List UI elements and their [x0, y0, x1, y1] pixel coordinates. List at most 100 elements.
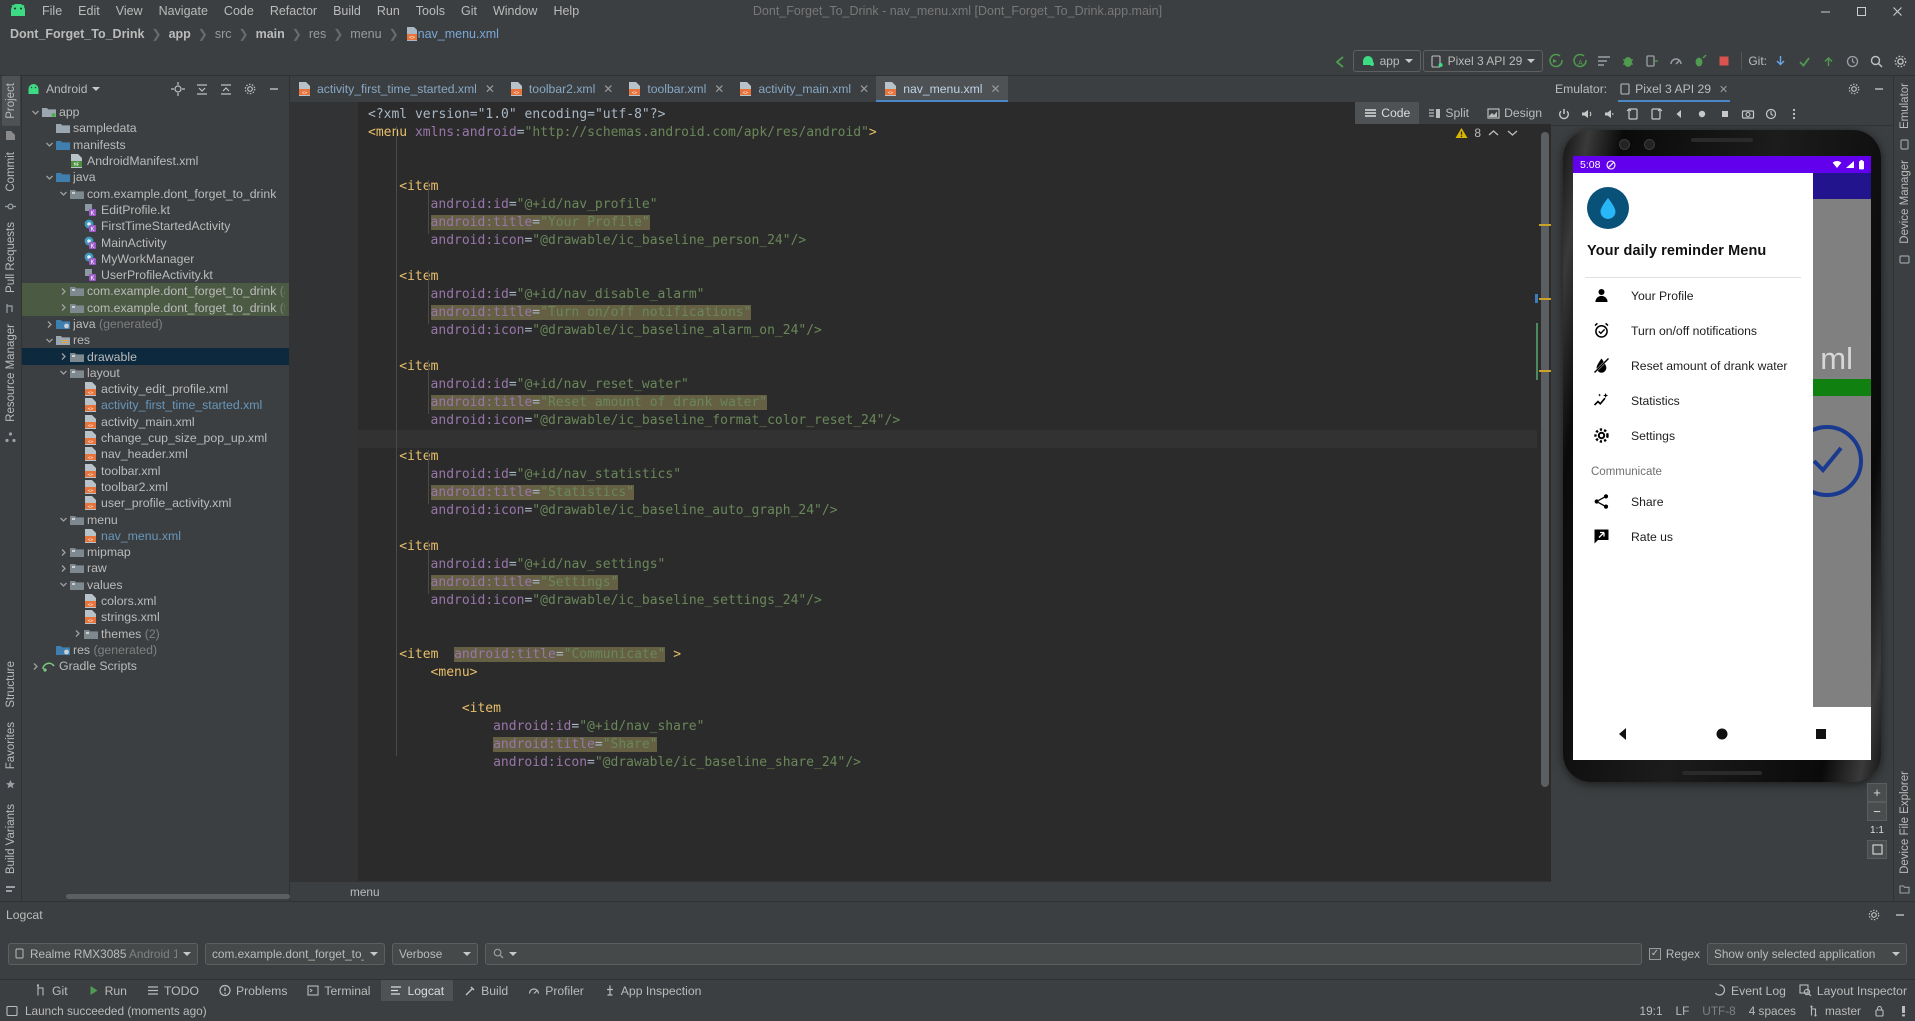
- stop-button[interactable]: [1713, 50, 1735, 72]
- logcat-device-selector[interactable]: Realme RMX3085 Android 12, AE: [8, 942, 198, 965]
- collapse-all-icon[interactable]: [191, 78, 213, 100]
- project-settings-icon[interactable]: [239, 78, 261, 100]
- project-tree[interactable]: app sampledata manifests MF AndroidManifest.…: [22, 102, 289, 892]
- breadcrumb-project[interactable]: Dont_Forget_To_Drink: [10, 27, 145, 41]
- tree-twisty-right-icon[interactable]: [58, 548, 69, 557]
- prev-problem-icon[interactable]: [1487, 128, 1500, 138]
- tree-item[interactable]: raw: [22, 560, 289, 576]
- tree-item[interactable]: MF AndroidManifest.xml: [22, 153, 289, 169]
- device-screen[interactable]: 5:08 ml Your daily reminder Menu Your Pr…: [1573, 156, 1871, 760]
- zoom-out-button[interactable]: −: [1867, 802, 1887, 821]
- rail-tab-pull-requests[interactable]: Pull Requests: [2, 215, 20, 300]
- scroll-from-source-icon[interactable]: [167, 78, 189, 100]
- zoom-fit-button[interactable]: [1867, 840, 1887, 859]
- tree-item[interactable]: K UserProfileActivity.kt: [22, 267, 289, 283]
- home-nav-icon[interactable]: [1691, 104, 1713, 124]
- editor-tab[interactable]: <> activity_first_time_started.xml ✕: [290, 76, 502, 102]
- git-branch-widget[interactable]: master: [1809, 1004, 1861, 1018]
- zoom-in-button[interactable]: +: [1867, 783, 1887, 802]
- marker-warning[interactable]: [1539, 370, 1551, 372]
- tool-window-button[interactable]: Problems: [210, 980, 296, 1002]
- menu-view[interactable]: View: [108, 2, 151, 20]
- extended-controls-icon[interactable]: [1783, 104, 1805, 124]
- layout-inspector-button[interactable]: Layout Inspector: [1799, 984, 1907, 998]
- rail-tab-device-file-explorer[interactable]: Device File Explorer: [1896, 764, 1914, 881]
- tool-window-button[interactable]: TODO: [138, 980, 208, 1002]
- tree-twisty-down-icon[interactable]: [44, 336, 55, 345]
- notifications-icon[interactable]: [1898, 1005, 1909, 1017]
- tool-window-button[interactable]: App Inspection: [595, 980, 711, 1002]
- tool-window-button[interactable]: Logcat: [381, 979, 454, 1002]
- run-button[interactable]: [1545, 50, 1567, 72]
- marker-warning[interactable]: [1539, 298, 1551, 300]
- editor-tab[interactable]: <> toolbar2.xml ✕: [502, 76, 620, 102]
- tree-item[interactable]: K MyWorkManager: [22, 251, 289, 267]
- nav-home-icon[interactable]: [1714, 726, 1730, 742]
- editor-gutter[interactable]: [290, 102, 358, 881]
- git-push-icon[interactable]: [1817, 50, 1839, 72]
- logcat-filter-selector[interactable]: Show only selected application: [1707, 942, 1907, 965]
- editor-scrollbar-thumb[interactable]: [1541, 132, 1549, 787]
- tree-item[interactable]: <> activity_first_time_started.xml: [22, 397, 289, 413]
- close-icon[interactable]: ✕: [859, 82, 869, 96]
- menu-run[interactable]: Run: [369, 2, 408, 20]
- tree-item[interactable]: <> change_cup_size_pop_up.xml: [22, 430, 289, 446]
- rail-tab-favorites[interactable]: Favorites: [2, 715, 20, 776]
- breadcrumb-app[interactable]: app: [169, 27, 191, 41]
- tree-item[interactable]: layout: [22, 365, 289, 381]
- back-arrow-icon[interactable]: [1329, 50, 1351, 72]
- caret-position[interactable]: 19:1: [1640, 1004, 1663, 1018]
- rail-tab-build-variants[interactable]: Build Variants: [2, 797, 20, 881]
- overview-nav-icon[interactable]: [1714, 104, 1736, 124]
- editor-tab-strip[interactable]: <> activity_first_time_started.xml ✕ <> tool…: [290, 76, 1551, 102]
- view-mode-split[interactable]: Split: [1419, 102, 1478, 124]
- close-icon[interactable]: ✕: [485, 82, 495, 96]
- tree-item[interactable]: res (generated): [22, 642, 289, 658]
- close-icon[interactable]: ✕: [714, 82, 724, 96]
- editor-structure-breadcrumb[interactable]: menu: [290, 881, 1551, 901]
- logcat-settings-icon[interactable]: [1863, 904, 1885, 926]
- marker-warning[interactable]: [1539, 224, 1551, 226]
- breadcrumb-src[interactable]: src: [215, 27, 232, 41]
- volume-down-icon[interactable]: [1599, 104, 1621, 124]
- menu-build[interactable]: Build: [325, 2, 369, 20]
- menu-file[interactable]: File: [34, 2, 70, 20]
- tree-twisty-right-icon[interactable]: [44, 320, 55, 329]
- tree-item[interactable]: java (generated): [22, 316, 289, 332]
- tree-twisty-down-icon[interactable]: [58, 580, 69, 589]
- close-icon[interactable]: ✕: [603, 82, 613, 96]
- git-update-icon[interactable]: [1769, 50, 1791, 72]
- tree-twisty-right-icon[interactable]: [72, 629, 83, 638]
- tree-twisty-down-icon[interactable]: [58, 515, 69, 524]
- project-horizontal-scrollbar[interactable]: [22, 892, 290, 901]
- tree-item[interactable]: <> toolbar2.xml: [22, 479, 289, 495]
- tool-window-button[interactable]: Git: [26, 980, 77, 1002]
- rotate-right-icon[interactable]: [1645, 104, 1667, 124]
- breadcrumb-menu[interactable]: menu: [350, 27, 381, 41]
- drawer-item[interactable]: Statistics: [1573, 383, 1813, 418]
- logcat-process-selector[interactable]: com.example.dont_forget_to_drinl: [205, 942, 385, 965]
- tool-window-button[interactable]: Terminal: [298, 980, 379, 1002]
- logcat-level-selector[interactable]: Verbose: [392, 942, 478, 965]
- search-everywhere-icon[interactable]: [1865, 50, 1887, 72]
- git-history-icon[interactable]: [1841, 50, 1863, 72]
- tree-item[interactable]: com.example.dont_forget_to_drink (androi…: [22, 283, 289, 300]
- breadcrumb-res[interactable]: res: [309, 27, 326, 41]
- maximize-button[interactable]: [1843, 0, 1879, 22]
- volume-up-icon[interactable]: [1576, 104, 1598, 124]
- logcat-hide-icon[interactable]: [1889, 904, 1911, 926]
- tree-item[interactable]: <> nav_header.xml: [22, 446, 289, 462]
- tree-item[interactable]: <> nav_menu.xml: [22, 528, 289, 544]
- code-editor[interactable]: Code Split Design 8 <?xml version="1.0" …: [290, 102, 1551, 881]
- tree-item[interactable]: app: [22, 104, 289, 120]
- menu-tools[interactable]: Tools: [408, 2, 453, 20]
- tree-item[interactable]: <> toolbar.xml: [22, 463, 289, 479]
- emulator-zoom-controls[interactable]: + − 1:1: [1867, 783, 1887, 859]
- project-view-selector[interactable]: Android: [26, 82, 101, 96]
- tree-twisty-down-icon[interactable]: [58, 368, 69, 377]
- apply-code-changes-button[interactable]: [1593, 50, 1615, 72]
- tree-item[interactable]: values: [22, 577, 289, 593]
- rail-tab-structure[interactable]: Structure: [2, 654, 20, 715]
- inspection-widget[interactable]: 8: [1455, 126, 1519, 140]
- code-content[interactable]: 1<?xml version="1.0" encoding="utf-8"?>2…: [290, 102, 1551, 881]
